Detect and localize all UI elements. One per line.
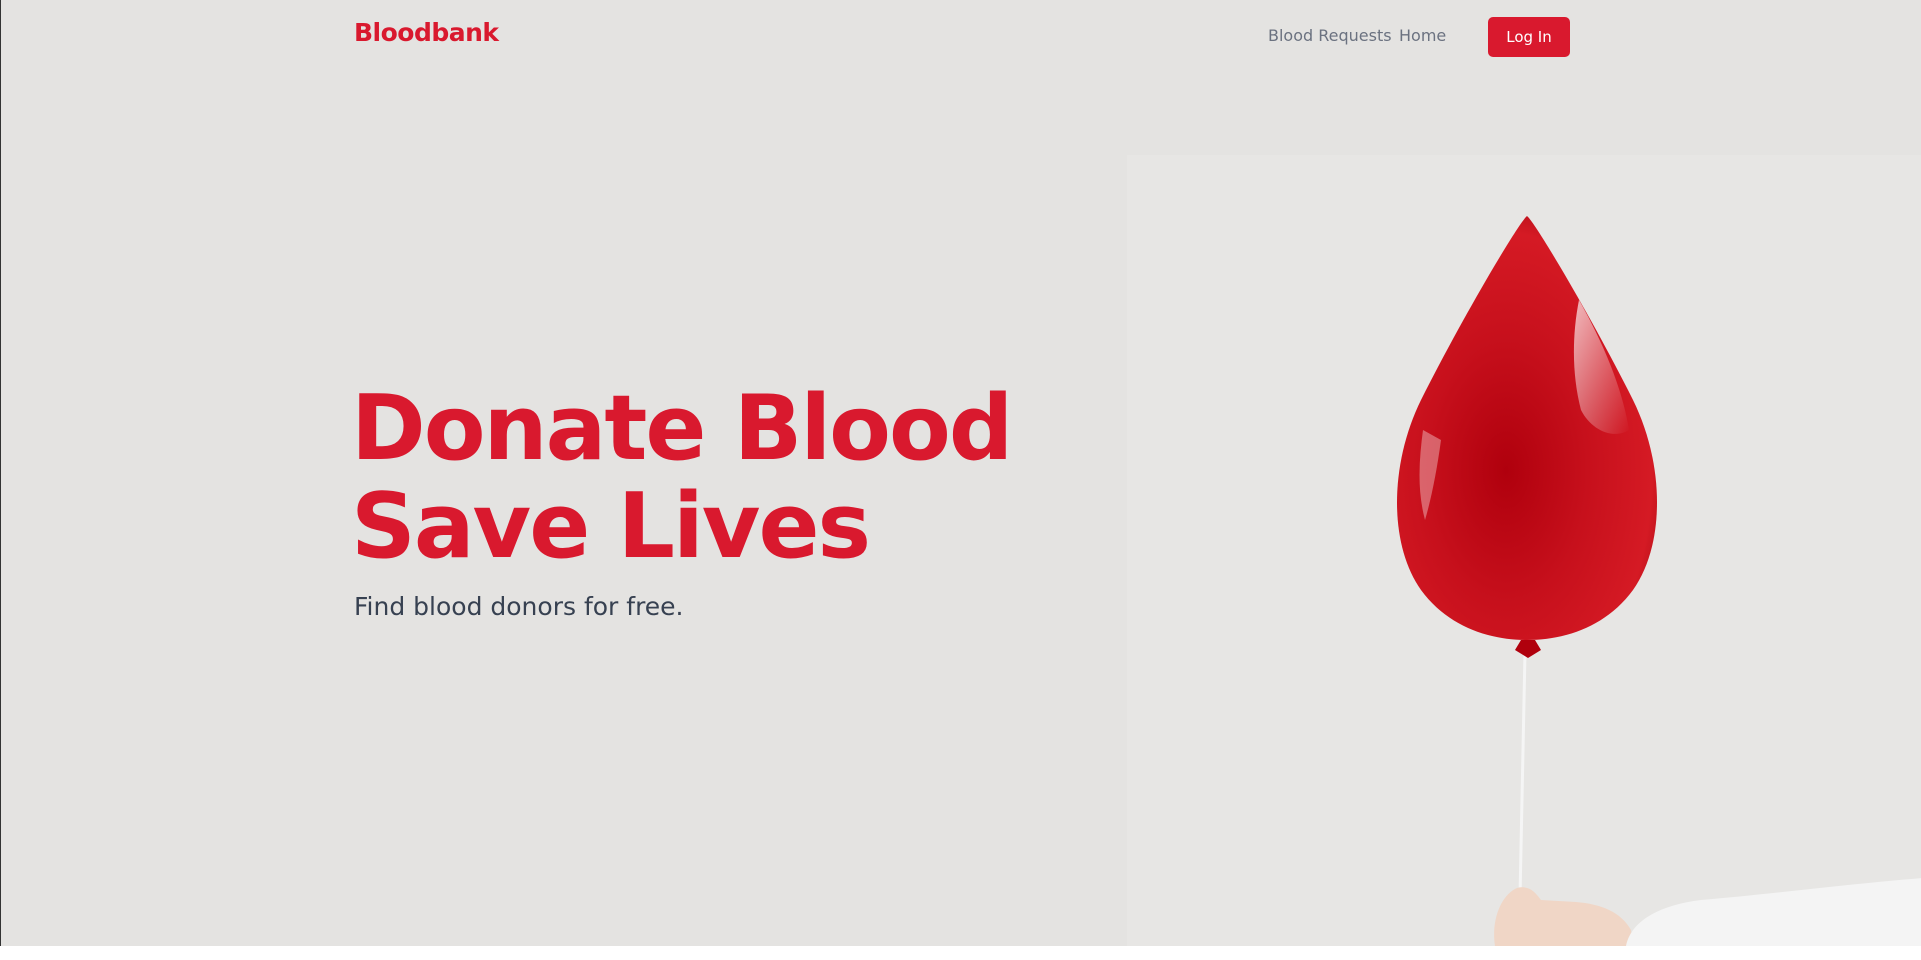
page: Bloodbank Blood Requests Home Log In Don…: [0, 0, 1921, 946]
hero-headline: Donate Blood Save Lives: [351, 376, 1013, 579]
hero-headline-line-2: Save Lives: [351, 474, 871, 579]
nav-link-home[interactable]: Home: [1399, 26, 1446, 45]
top-navbar: Bloodbank Blood Requests Home Log In: [1, 0, 1921, 75]
nav-link-blood-requests[interactable]: Blood Requests: [1268, 26, 1392, 45]
hero-headline-line-1: Donate Blood: [351, 376, 1013, 481]
login-button[interactable]: Log In: [1488, 17, 1570, 57]
brand-logo[interactable]: Bloodbank: [354, 18, 499, 47]
hero-subheadline: Find blood donors for free.: [354, 592, 684, 621]
